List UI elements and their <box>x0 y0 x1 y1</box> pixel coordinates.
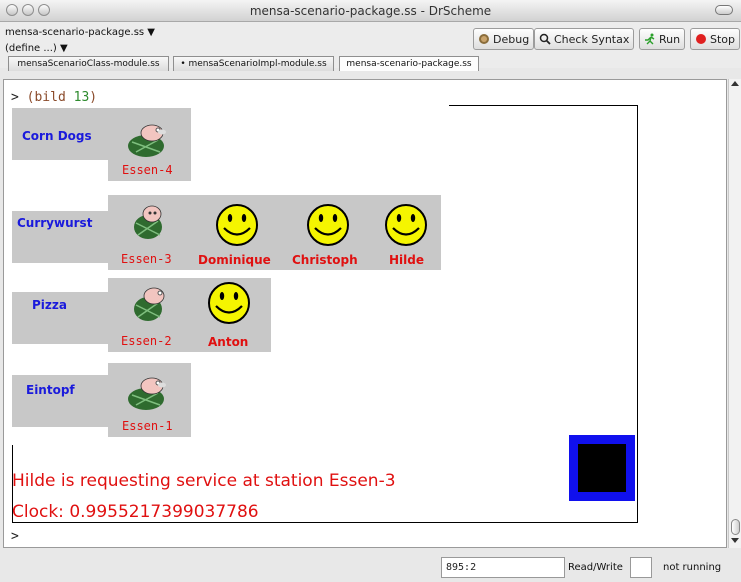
command-line: > (bild 13) <box>11 90 97 105</box>
smiley-icon <box>216 204 258 246</box>
bug-icon <box>479 34 489 44</box>
cursor-position: 895:2 <box>441 557 565 578</box>
station-label: Essen-4 <box>122 163 173 177</box>
food-label: Corn Dogs <box>22 129 92 143</box>
person-label: Christoph <box>292 253 358 267</box>
smiley-icon <box>307 204 349 246</box>
scroll-up-arrow-icon[interactable] <box>731 81 739 86</box>
chef-icon <box>128 377 166 410</box>
read-write-mode: Read/Write <box>568 562 623 573</box>
activity-indicator <box>630 557 652 578</box>
station-marker-inner <box>578 444 626 492</box>
person-label: Anton <box>208 335 249 349</box>
stop-icon <box>696 34 706 44</box>
station-marker <box>569 435 635 501</box>
tab-bar: mensaScenarioClass-module.ss • mensaScen… <box>0 54 741 72</box>
magnifier-icon <box>539 33 551 45</box>
vertical-scrollbar[interactable] <box>728 79 741 548</box>
chef-icon <box>134 205 162 239</box>
status-message: Hilde is requesting service at station E… <box>12 471 396 491</box>
image-frame-bottom <box>12 522 638 523</box>
clock-readout: Clock: 0.9955217399037786 <box>12 502 259 522</box>
food-label: Pizza <box>32 298 67 312</box>
check-syntax-label: Check Syntax <box>554 32 630 46</box>
run-state: not running <box>663 562 722 573</box>
command-close: ) <box>89 90 98 105</box>
debug-button[interactable]: Debug <box>473 28 535 50</box>
tab-scenario-impl[interactable]: • mensaScenarioImpl-module.ss <box>173 56 334 71</box>
tab-scenario-package[interactable]: mensa-scenario-package.ss <box>339 56 479 71</box>
stop-button[interactable]: Stop <box>690 28 741 50</box>
status-bar: 895:2 Read/Write not running <box>0 553 741 582</box>
interactions-window[interactable]: > (bild 13) Corn Dogs Essen-4 Currywurst <box>3 79 727 548</box>
station-label: Essen-3 <box>121 252 172 266</box>
person-label: Dominique <box>198 253 271 267</box>
title-bar: mensa-scenario-package.ss - DrScheme <box>0 0 741 22</box>
smiley-icon <box>208 282 250 324</box>
run-button[interactable]: Run <box>639 28 686 50</box>
food-label: Currywurst <box>17 216 93 230</box>
station-label: Essen-2 <box>121 334 172 348</box>
input-prompt[interactable]: > <box>11 529 19 544</box>
command-argument: 13 <box>73 90 90 105</box>
runner-icon <box>645 33 655 45</box>
scroll-down-arrow-icon[interactable] <box>731 538 739 543</box>
prompt-symbol: > <box>11 90 19 105</box>
station-label: Essen-1 <box>122 419 173 433</box>
toolbar-toggle-button[interactable] <box>715 5 733 15</box>
check-syntax-button[interactable]: Check Syntax <box>534 28 635 50</box>
debug-label: Debug <box>493 32 530 46</box>
define-menu[interactable]: (define ...) ▼ <box>5 43 68 54</box>
chef-icon <box>128 124 166 157</box>
file-menu[interactable]: mensa-scenario-package.ss ▼ <box>5 27 155 38</box>
food-label: Eintopf <box>26 383 75 397</box>
chef-icon <box>134 287 165 321</box>
command-text: (bild <box>26 90 74 105</box>
person-label: Hilde <box>389 253 424 267</box>
scenario-image: Corn Dogs Essen-4 Currywurst Essen-3 Dom… <box>12 105 638 523</box>
run-label: Run <box>659 32 681 46</box>
scroll-thumb[interactable] <box>731 519 740 535</box>
smiley-icon <box>385 204 427 246</box>
window-title: mensa-scenario-package.ss - DrScheme <box>249 4 492 18</box>
stop-label: Stop <box>710 32 736 46</box>
tab-scenario-class[interactable]: mensaScenarioClass-module.ss <box>8 56 169 71</box>
